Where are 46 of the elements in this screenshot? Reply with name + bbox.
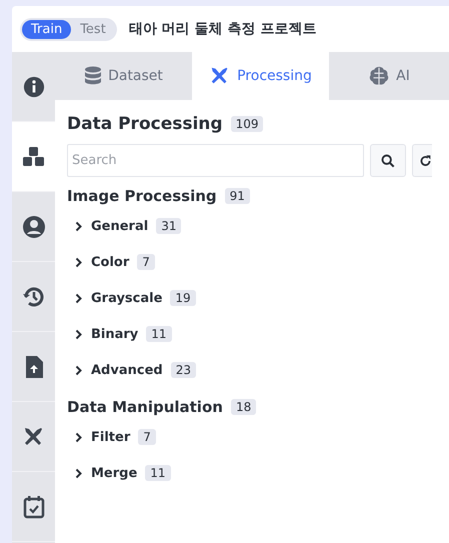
category-label[interactable]: Grayscale [91, 290, 162, 306]
chevron-icon[interactable] [75, 256, 83, 268]
category-label[interactable]: Binary [91, 326, 138, 342]
category-label[interactable]: Merge [91, 466, 138, 480]
project-title: 태아 머리 둘체 측정 프로젝트 [128, 20, 316, 38]
chevron-icon[interactable] [75, 432, 83, 442]
mode-option[interactable]: Train [22, 20, 72, 38]
count-badge: 23 [170, 362, 196, 378]
group-title: Image Processing [67, 187, 217, 205]
chevron-icon[interactable] [75, 220, 83, 232]
refresh-button[interactable] [412, 144, 432, 177]
category-label[interactable]: Color [91, 254, 130, 270]
category-label[interactable]: Advanced [91, 362, 163, 378]
tab[interactable]: Dataset [55, 52, 192, 100]
file-upload-icon [24, 354, 44, 378]
category-label[interactable]: General [91, 218, 148, 234]
chevron-icon[interactable] [75, 364, 83, 376]
info-icon [22, 76, 44, 98]
user-icon [22, 214, 46, 238]
category-label[interactable]: Filter [91, 430, 130, 444]
section-title: Data Processing [67, 114, 223, 134]
history-icon [22, 284, 46, 308]
count-badge: 19 [170, 290, 196, 306]
chevron-icon[interactable] [75, 468, 83, 478]
chevron-icon[interactable] [75, 292, 83, 304]
count-badge: 7 [137, 254, 155, 270]
search-icon [381, 154, 395, 168]
cubes-icon [22, 146, 46, 168]
calendar-check-icon [22, 494, 44, 518]
count-badge: 31 [156, 218, 182, 234]
count-badge: 18 [230, 399, 256, 415]
count-badge: 11 [146, 326, 172, 342]
tab[interactable]: AI [329, 52, 449, 100]
brain-icon [368, 65, 390, 87]
count-badge: 109 [230, 116, 264, 132]
count-badge: 7 [138, 429, 156, 445]
refresh-icon [419, 154, 432, 168]
search-button[interactable] [370, 144, 406, 177]
sidebar-item[interactable] [12, 122, 55, 192]
tab[interactable]: Processing [192, 52, 329, 100]
count-badge: 91 [224, 188, 250, 204]
count-badge: 11 [145, 465, 171, 481]
search-field[interactable]: Search [67, 144, 364, 177]
database-icon [84, 66, 102, 86]
chevron-icon[interactable] [75, 328, 83, 340]
group-title: Data Manipulation [67, 398, 223, 416]
